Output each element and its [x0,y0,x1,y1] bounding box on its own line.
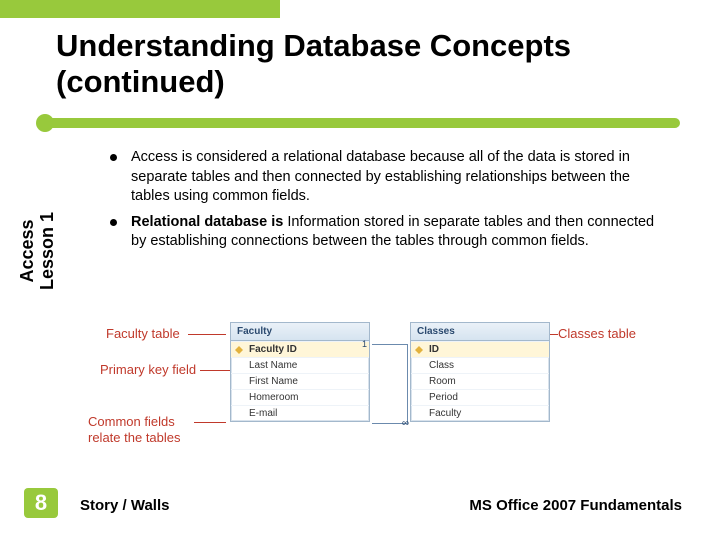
table-row: Faculty [411,405,549,421]
bullet-item: Relational database is Information store… [110,213,670,252]
sidebar-line2: Lesson 1 [38,212,58,290]
callout-primary-key: Primary key field [100,362,196,377]
classes-table: Classes ID Class Room Period Faculty [410,322,550,422]
relational-diagram: Faculty table Primary key field Common f… [100,320,640,460]
table-row: Class [411,357,549,373]
table-row: Homeroom [231,389,369,405]
table-row-pk: ID [411,341,549,357]
table-row-pk: Faculty ID [231,341,369,357]
table-row: Last Name [231,357,369,373]
footer-course: MS Office 2007 Fundamentals [469,497,682,514]
bullet-text: Access is considered a relational databa… [131,148,670,207]
callout-common-fields: Common fields relate the tables [88,414,198,445]
accent-bar [0,0,280,18]
bullet-item: Access is considered a relational databa… [110,148,670,207]
table-row: Period [411,389,549,405]
callout-faculty-table: Faculty table [106,326,180,341]
faculty-table: Faculty Faculty ID Last Name First Name … [230,322,370,422]
table-header: Classes [411,323,549,341]
table-row: Room [411,373,549,389]
title-underline [40,118,680,128]
bullet-icon [110,219,117,226]
bullet-text: Relational database is Information store… [131,213,670,252]
sidebar-label: Access Lesson 1 [18,212,58,290]
callout-line [200,370,230,371]
callout-classes-table: Classes table [558,326,636,341]
table-row: E-mail [231,405,369,421]
table-row: First Name [231,373,369,389]
sidebar-line1: Access [18,212,38,290]
bullet-list: Access is considered a relational databa… [110,148,670,258]
page-number: 8 [24,488,58,518]
callout-line [194,422,226,423]
footer-authors: Story / Walls [80,497,169,514]
relationship-connector [372,344,408,424]
slide: Understanding Database Concepts (continu… [0,0,720,540]
bullet-icon [110,154,117,161]
table-header: Faculty [231,323,369,341]
slide-title: Understanding Database Concepts (continu… [56,28,676,99]
callout-line [188,334,226,335]
